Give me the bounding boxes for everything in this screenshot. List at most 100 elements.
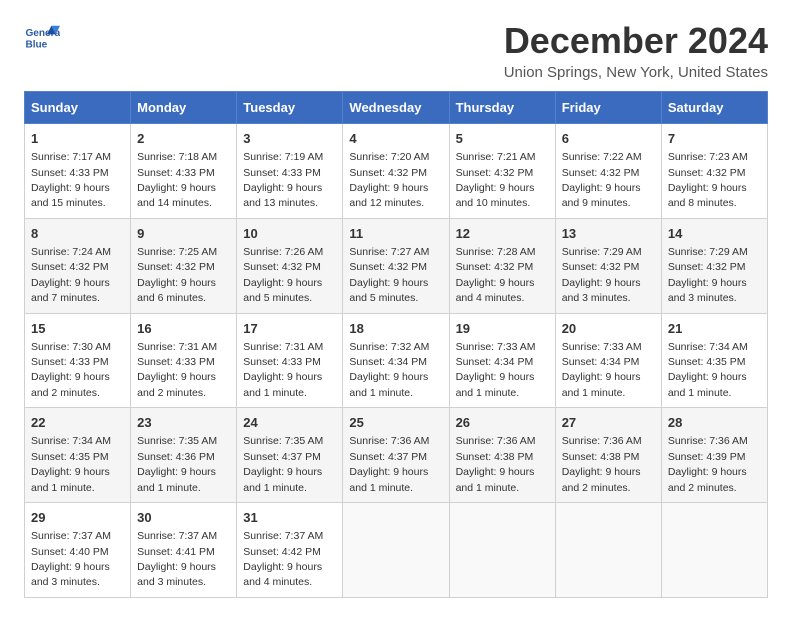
day-info: Sunrise: 7:23 AM Sunset: 4:32 PM Dayligh… xyxy=(668,151,748,209)
day-info: Sunrise: 7:37 AM Sunset: 4:41 PM Dayligh… xyxy=(137,530,217,588)
day-info: Sunrise: 7:34 AM Sunset: 4:35 PM Dayligh… xyxy=(31,435,111,493)
day-info: Sunrise: 7:25 AM Sunset: 4:32 PM Dayligh… xyxy=(137,246,217,304)
header: General Blue December 2024 Union Springs… xyxy=(24,20,768,81)
day-info: Sunrise: 7:35 AM Sunset: 4:36 PM Dayligh… xyxy=(137,435,217,493)
day-number: 31 xyxy=(243,509,336,527)
table-row: 23 Sunrise: 7:35 AM Sunset: 4:36 PM Dayl… xyxy=(131,408,237,503)
calendar-week-2: 8 Sunrise: 7:24 AM Sunset: 4:32 PM Dayli… xyxy=(25,218,768,313)
day-number: 8 xyxy=(31,225,124,243)
day-number: 14 xyxy=(668,225,761,243)
day-info: Sunrise: 7:29 AM Sunset: 4:32 PM Dayligh… xyxy=(668,246,748,304)
day-number: 12 xyxy=(456,225,549,243)
table-row xyxy=(555,503,661,598)
page-wrapper: General Blue December 2024 Union Springs… xyxy=(24,20,768,598)
table-row: 26 Sunrise: 7:36 AM Sunset: 4:38 PM Dayl… xyxy=(449,408,555,503)
table-row: 3 Sunrise: 7:19 AM Sunset: 4:33 PM Dayli… xyxy=(237,124,343,219)
day-number: 5 xyxy=(456,130,549,148)
day-number: 21 xyxy=(668,320,761,338)
day-number: 17 xyxy=(243,320,336,338)
day-number: 3 xyxy=(243,130,336,148)
day-info: Sunrise: 7:31 AM Sunset: 4:33 PM Dayligh… xyxy=(243,341,323,399)
day-info: Sunrise: 7:32 AM Sunset: 4:34 PM Dayligh… xyxy=(349,341,429,399)
day-info: Sunrise: 7:31 AM Sunset: 4:33 PM Dayligh… xyxy=(137,341,217,399)
calendar-week-1: 1 Sunrise: 7:17 AM Sunset: 4:33 PM Dayli… xyxy=(25,124,768,219)
table-row: 30 Sunrise: 7:37 AM Sunset: 4:41 PM Dayl… xyxy=(131,503,237,598)
table-row: 24 Sunrise: 7:35 AM Sunset: 4:37 PM Dayl… xyxy=(237,408,343,503)
table-row: 28 Sunrise: 7:36 AM Sunset: 4:39 PM Dayl… xyxy=(661,408,767,503)
header-row: Sunday Monday Tuesday Wednesday Thursday… xyxy=(25,92,768,124)
col-wednesday: Wednesday xyxy=(343,92,449,124)
day-number: 18 xyxy=(349,320,442,338)
day-number: 19 xyxy=(456,320,549,338)
calendar-table: Sunday Monday Tuesday Wednesday Thursday… xyxy=(24,91,768,598)
day-number: 27 xyxy=(562,414,655,432)
table-row: 18 Sunrise: 7:32 AM Sunset: 4:34 PM Dayl… xyxy=(343,313,449,408)
calendar-week-3: 15 Sunrise: 7:30 AM Sunset: 4:33 PM Dayl… xyxy=(25,313,768,408)
day-number: 11 xyxy=(349,225,442,243)
logo-area: General Blue xyxy=(24,20,60,56)
day-number: 25 xyxy=(349,414,442,432)
table-row: 16 Sunrise: 7:31 AM Sunset: 4:33 PM Dayl… xyxy=(131,313,237,408)
day-info: Sunrise: 7:36 AM Sunset: 4:39 PM Dayligh… xyxy=(668,435,748,493)
table-row xyxy=(449,503,555,598)
logo-icon: General Blue xyxy=(24,20,60,56)
table-row: 11 Sunrise: 7:27 AM Sunset: 4:32 PM Dayl… xyxy=(343,218,449,313)
table-row: 22 Sunrise: 7:34 AM Sunset: 4:35 PM Dayl… xyxy=(25,408,131,503)
day-info: Sunrise: 7:26 AM Sunset: 4:32 PM Dayligh… xyxy=(243,246,323,304)
table-row: 20 Sunrise: 7:33 AM Sunset: 4:34 PM Dayl… xyxy=(555,313,661,408)
calendar-subtitle: Union Springs, New York, United States xyxy=(504,64,768,81)
table-row: 13 Sunrise: 7:29 AM Sunset: 4:32 PM Dayl… xyxy=(555,218,661,313)
table-row: 31 Sunrise: 7:37 AM Sunset: 4:42 PM Dayl… xyxy=(237,503,343,598)
table-row: 10 Sunrise: 7:26 AM Sunset: 4:32 PM Dayl… xyxy=(237,218,343,313)
table-row: 9 Sunrise: 7:25 AM Sunset: 4:32 PM Dayli… xyxy=(131,218,237,313)
table-row: 21 Sunrise: 7:34 AM Sunset: 4:35 PM Dayl… xyxy=(661,313,767,408)
table-row: 19 Sunrise: 7:33 AM Sunset: 4:34 PM Dayl… xyxy=(449,313,555,408)
day-info: Sunrise: 7:33 AM Sunset: 4:34 PM Dayligh… xyxy=(562,341,642,399)
day-number: 23 xyxy=(137,414,230,432)
day-info: Sunrise: 7:19 AM Sunset: 4:33 PM Dayligh… xyxy=(243,151,323,209)
day-number: 24 xyxy=(243,414,336,432)
col-thursday: Thursday xyxy=(449,92,555,124)
day-number: 16 xyxy=(137,320,230,338)
table-row: 15 Sunrise: 7:30 AM Sunset: 4:33 PM Dayl… xyxy=(25,313,131,408)
col-saturday: Saturday xyxy=(661,92,767,124)
table-row: 1 Sunrise: 7:17 AM Sunset: 4:33 PM Dayli… xyxy=(25,124,131,219)
table-row: 8 Sunrise: 7:24 AM Sunset: 4:32 PM Dayli… xyxy=(25,218,131,313)
calendar-week-4: 22 Sunrise: 7:34 AM Sunset: 4:35 PM Dayl… xyxy=(25,408,768,503)
day-number: 26 xyxy=(456,414,549,432)
table-row: 14 Sunrise: 7:29 AM Sunset: 4:32 PM Dayl… xyxy=(661,218,767,313)
day-info: Sunrise: 7:22 AM Sunset: 4:32 PM Dayligh… xyxy=(562,151,642,209)
day-info: Sunrise: 7:37 AM Sunset: 4:40 PM Dayligh… xyxy=(31,530,111,588)
day-number: 29 xyxy=(31,509,124,527)
calendar-header: Sunday Monday Tuesday Wednesday Thursday… xyxy=(25,92,768,124)
table-row: 2 Sunrise: 7:18 AM Sunset: 4:33 PM Dayli… xyxy=(131,124,237,219)
title-area: December 2024 Union Springs, New York, U… xyxy=(504,20,768,81)
day-info: Sunrise: 7:28 AM Sunset: 4:32 PM Dayligh… xyxy=(456,246,536,304)
table-row: 4 Sunrise: 7:20 AM Sunset: 4:32 PM Dayli… xyxy=(343,124,449,219)
day-number: 7 xyxy=(668,130,761,148)
day-info: Sunrise: 7:34 AM Sunset: 4:35 PM Dayligh… xyxy=(668,341,748,399)
svg-text:Blue: Blue xyxy=(25,39,47,50)
table-row xyxy=(661,503,767,598)
day-number: 4 xyxy=(349,130,442,148)
day-number: 22 xyxy=(31,414,124,432)
day-info: Sunrise: 7:36 AM Sunset: 4:37 PM Dayligh… xyxy=(349,435,429,493)
table-row: 17 Sunrise: 7:31 AM Sunset: 4:33 PM Dayl… xyxy=(237,313,343,408)
day-info: Sunrise: 7:30 AM Sunset: 4:33 PM Dayligh… xyxy=(31,341,111,399)
day-info: Sunrise: 7:17 AM Sunset: 4:33 PM Dayligh… xyxy=(31,151,111,209)
day-info: Sunrise: 7:18 AM Sunset: 4:33 PM Dayligh… xyxy=(137,151,217,209)
day-info: Sunrise: 7:24 AM Sunset: 4:32 PM Dayligh… xyxy=(31,246,111,304)
day-number: 10 xyxy=(243,225,336,243)
day-info: Sunrise: 7:35 AM Sunset: 4:37 PM Dayligh… xyxy=(243,435,323,493)
day-number: 2 xyxy=(137,130,230,148)
day-number: 28 xyxy=(668,414,761,432)
day-info: Sunrise: 7:36 AM Sunset: 4:38 PM Dayligh… xyxy=(562,435,642,493)
calendar-week-5: 29 Sunrise: 7:37 AM Sunset: 4:40 PM Dayl… xyxy=(25,503,768,598)
table-row: 7 Sunrise: 7:23 AM Sunset: 4:32 PM Dayli… xyxy=(661,124,767,219)
day-number: 13 xyxy=(562,225,655,243)
col-tuesday: Tuesday xyxy=(237,92,343,124)
day-info: Sunrise: 7:33 AM Sunset: 4:34 PM Dayligh… xyxy=(456,341,536,399)
day-number: 20 xyxy=(562,320,655,338)
day-info: Sunrise: 7:20 AM Sunset: 4:32 PM Dayligh… xyxy=(349,151,429,209)
day-number: 15 xyxy=(31,320,124,338)
